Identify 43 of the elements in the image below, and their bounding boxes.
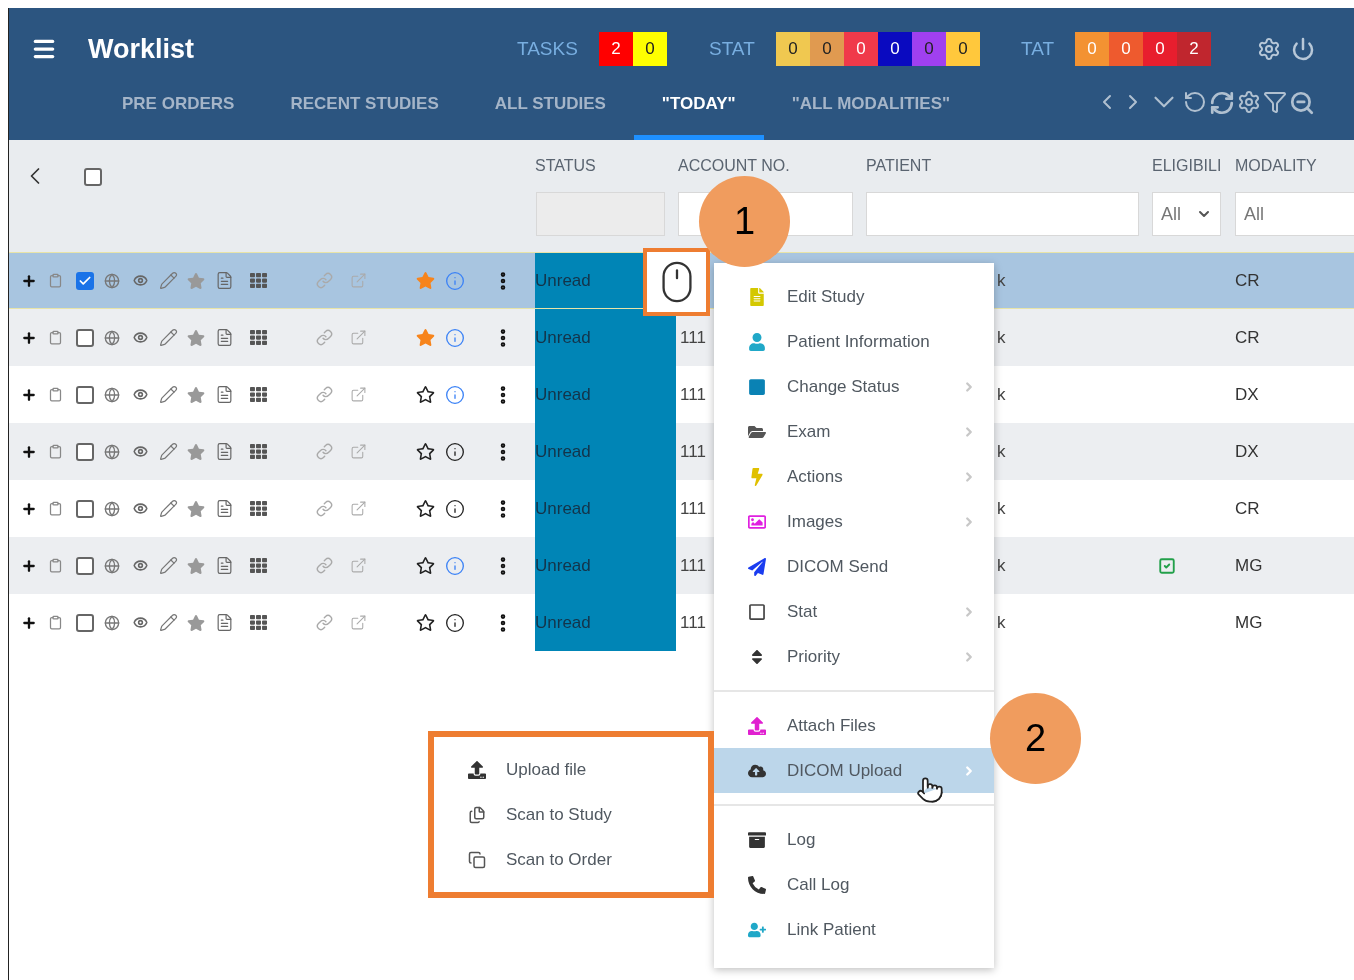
step-callout-tooltip: 2: [990, 693, 1081, 784]
counter-label: TASKS: [517, 36, 579, 61]
counter-label: TAT: [1021, 36, 1056, 61]
table-cell: CR: [1235, 498, 1260, 518]
table-cell: 111: [680, 555, 706, 575]
table-cell: DX: [1235, 384, 1259, 404]
count-badge: 0: [1143, 32, 1177, 66]
count-badge: 0: [1075, 32, 1109, 66]
table-cell: k: [997, 327, 1006, 347]
status-cell: Unread: [535, 309, 676, 366]
count-badge: 0: [1109, 32, 1143, 66]
status-cell: Unread: [535, 366, 676, 423]
table-cell: k: [997, 498, 1006, 518]
table-cell: k: [997, 441, 1006, 461]
table-cell: 111: [680, 498, 706, 518]
table-cell: CR: [1235, 270, 1260, 290]
table-cell: DX: [1235, 441, 1259, 461]
count-badge: 0: [878, 32, 912, 66]
table-cell: k: [997, 384, 1006, 404]
table-cell: MG: [1235, 612, 1263, 632]
counter-label: STAT: [709, 36, 756, 61]
table-cell: 111: [680, 384, 706, 404]
status-cell: Unread: [535, 480, 676, 537]
table-cell: MG: [1235, 555, 1263, 575]
status-cell: Unread: [535, 594, 676, 651]
table-cell: k: [997, 612, 1006, 632]
status-cell: Unread: [535, 537, 676, 594]
count-badge: 0: [912, 32, 946, 66]
count-badge: 2: [599, 32, 633, 66]
count-badge: 0: [946, 32, 980, 66]
count-badge: 0: [844, 32, 878, 66]
count-badge: 0: [810, 32, 844, 66]
count-badge: 0: [776, 32, 810, 66]
count-badge: 0: [633, 32, 667, 66]
table-cell: k: [997, 555, 1006, 575]
table-cell: k: [997, 270, 1006, 290]
page-title: Worklist: [88, 32, 195, 66]
table-cell: 111: [680, 327, 706, 347]
table-cell: CR: [1235, 327, 1260, 347]
table-cell: 111: [680, 612, 706, 632]
table-cell: 111: [680, 441, 706, 461]
count-badge: 2: [1177, 32, 1211, 66]
status-cell: Unread: [535, 423, 676, 480]
